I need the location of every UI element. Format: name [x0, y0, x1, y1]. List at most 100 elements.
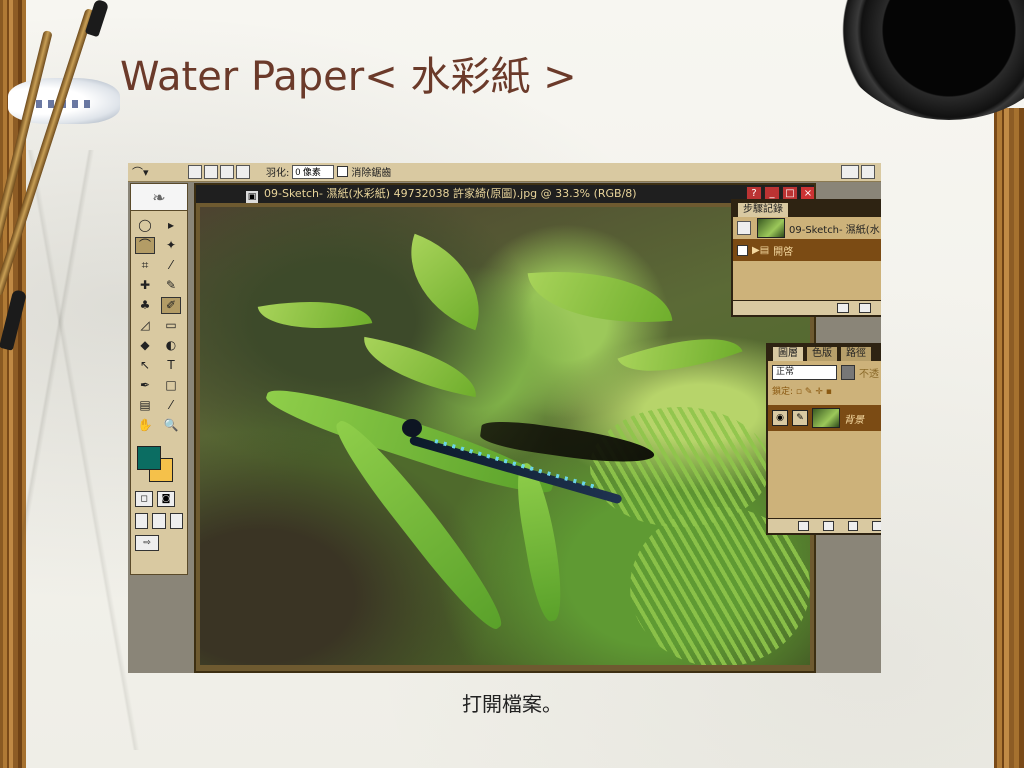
anti-alias-checkbox[interactable] [337, 166, 349, 177]
lock-paint-icon[interactable]: ✎ [805, 387, 813, 397]
tool-preset-group: ⌒▾ [132, 164, 155, 179]
layers-tabs: 圖層 色版 路徑 [768, 345, 881, 361]
tab-layers[interactable]: 圖層 [772, 346, 804, 361]
color-swatches [135, 444, 185, 488]
eye-icon[interactable]: ◉ [772, 410, 788, 426]
snapshot-label: 09-Sketch- 濕紙(水 [789, 224, 880, 236]
layer-row[interactable]: ◉ ✎ 背景 [768, 405, 881, 431]
snapshot-thumbnail [757, 218, 785, 238]
history-footer [733, 300, 881, 315]
hand-tool-icon[interactable]: ✋ [135, 417, 155, 434]
step-source-checkbox[interactable] [737, 244, 748, 256]
zoom-tool-icon[interactable]: 🔍 [161, 417, 181, 434]
new-snapshot-icon[interactable] [859, 303, 871, 313]
notes-tool-icon[interactable]: ▤ [135, 397, 155, 414]
file-browser-icon[interactable] [841, 164, 859, 179]
palette-well [841, 164, 877, 179]
marquee-tool-icon[interactable]: ◯ [135, 217, 155, 234]
bamboo-ink-painting [20, 150, 140, 750]
clone-stamp-icon[interactable]: ♣ [135, 297, 155, 314]
chevron-down-icon[interactable] [841, 365, 855, 380]
lasso-tool-icon[interactable]: ⌒ [135, 237, 155, 254]
add-selection-icon[interactable] [204, 164, 218, 179]
selection-mode-group [188, 164, 252, 179]
foreground-color-swatch[interactable] [137, 446, 161, 470]
history-panel: 步驟記錄 09-Sketch- 濕紙(水 ▶▤ 開啓 [731, 199, 881, 317]
shape-tool-icon[interactable]: □ [161, 377, 181, 394]
lock-label: 鎖定: [772, 387, 794, 397]
intersect-selection-icon[interactable] [236, 164, 250, 179]
plant-leaf [527, 261, 673, 333]
blend-mode-select[interactable]: 正常 [772, 365, 837, 380]
tab-paths[interactable]: 路徑 [840, 346, 872, 361]
feather-label: 羽化: [266, 168, 290, 179]
quick-mask-icon[interactable]: ◙ [157, 491, 175, 507]
pen-tool-icon[interactable]: ✒ [135, 377, 155, 394]
layer-mask-icon[interactable] [822, 521, 834, 531]
layer-thumbnail [812, 408, 840, 428]
document-titlebar[interactable]: ▣ 09-Sketch- 濕紙(水彩紙) 49732038 許家綺(原圖).jpg… [196, 185, 814, 203]
slice-tool-icon[interactable]: ⁄ [161, 257, 181, 274]
eraser-tool-icon[interactable]: ◿ [135, 317, 155, 334]
move-tool-icon[interactable]: ▸ [161, 217, 181, 234]
history-brush-icon[interactable]: ✐ [161, 297, 181, 314]
path-select-icon[interactable]: ↖ [135, 357, 155, 374]
screen-mode-full-menu-icon[interactable] [152, 513, 166, 529]
brush-rest-pattern [36, 100, 96, 108]
standard-mode-icon[interactable]: ◻ [135, 491, 153, 507]
plant-leaf [617, 317, 743, 393]
gradient-tool-icon[interactable]: ▭ [161, 317, 181, 334]
screen-mode-full-icon[interactable] [169, 513, 183, 529]
open-document-icon: ▶▤ [752, 244, 770, 256]
wood-border-right [994, 108, 1024, 768]
lock-row: 鎖定: ▫ ✎ ✛ ▪ [768, 382, 881, 399]
dragonfly-head [402, 419, 422, 437]
anti-alias-label: 消除鋸齒 [351, 168, 392, 179]
mask-mode-row: ◻ ◙ [131, 488, 187, 510]
screen-mode-row [131, 510, 187, 532]
history-step[interactable]: ▶▤ 開啓 [733, 239, 881, 261]
layer-style-icon[interactable] [798, 521, 809, 531]
crop-tool-icon[interactable]: ⌗ [135, 257, 155, 274]
canvas-photo-dragonfly[interactable] [200, 207, 810, 665]
brush-link-icon[interactable]: ✎ [792, 410, 808, 426]
brush-tool-icon[interactable]: ✎ [161, 277, 181, 294]
history-step-label: 開啓 [773, 246, 794, 258]
layer-name: 背景 [844, 414, 864, 426]
toolbox: ❧ ◯ ▸ ⌒ ✦ ⌗ ⁄ ✚ ✎ ♣ ✐ ◿ ▭ ◆ ◐ ↖ T ✒ □ ▤ ⁄ ✋ 🔍 ◻ ◙ ⇨ [130, 183, 188, 575]
blend-mode-row: 正常 不透 [768, 361, 881, 382]
slide-title: Water Paper< 水彩紙 > [120, 54, 577, 100]
tab-channels[interactable]: 色版 [806, 346, 838, 361]
document-icon: ▣ [246, 191, 258, 203]
document-window: ▣ 09-Sketch- 濕紙(水彩紙) 49732038 許家綺(原圖).jpg… [194, 183, 816, 673]
new-selection-icon[interactable] [188, 164, 202, 179]
blur-tool-icon[interactable]: ◆ [135, 337, 155, 354]
history-snapshot[interactable]: 09-Sketch- 濕紙(水 [733, 217, 881, 239]
tab-history[interactable]: 步驟記錄 [737, 202, 789, 217]
slide-caption: 打開檔案。 [462, 692, 562, 716]
palette-well-icon[interactable] [861, 164, 875, 179]
document-title: 09-Sketch- 濕紙(水彩紙) 49732038 許家綺(原圖).jpg … [264, 187, 637, 200]
lock-transparency-icon[interactable]: ▫ [796, 387, 802, 397]
jump-to-imageready-icon[interactable]: ⇨ [135, 535, 159, 551]
lasso-preset-icon[interactable]: ⌒▾ [132, 164, 149, 180]
screen-mode-standard-icon[interactable] [135, 513, 149, 529]
new-set-icon[interactable] [847, 521, 859, 531]
healing-brush-icon[interactable]: ✚ [135, 277, 155, 294]
magic-wand-icon[interactable]: ✦ [161, 237, 181, 254]
feather-input[interactable] [292, 164, 335, 179]
feather-group: 羽化: 消除鋸齒 [266, 164, 391, 179]
lock-position-icon[interactable]: ✛ [815, 387, 823, 397]
plant-leaf [257, 287, 373, 343]
adjustment-layer-icon[interactable] [872, 521, 881, 531]
type-tool-icon[interactable]: T [161, 357, 181, 374]
lock-all-icon[interactable]: ▪ [826, 387, 832, 397]
feather-icon[interactable]: ❧ [131, 184, 187, 211]
photoshop-screenshot: ⌒▾ 羽化: 消除鋸齒 ❧ ◯ ▸ ⌒ ✦ ⌗ ⁄ ✚ ✎ ♣ ✐ ◿ ▭ ◆ ◐ ↖ T ✒ □ ▤ ⁄ ✋ 🔍 ◻ [128, 163, 881, 673]
new-document-icon[interactable] [837, 303, 849, 313]
eyedropper-icon[interactable]: ⁄ [161, 397, 181, 414]
history-brush-source-icon[interactable] [737, 221, 751, 235]
plant-leaf [390, 233, 500, 331]
dodge-tool-icon[interactable]: ◐ [161, 337, 181, 354]
subtract-selection-icon[interactable] [220, 164, 234, 179]
